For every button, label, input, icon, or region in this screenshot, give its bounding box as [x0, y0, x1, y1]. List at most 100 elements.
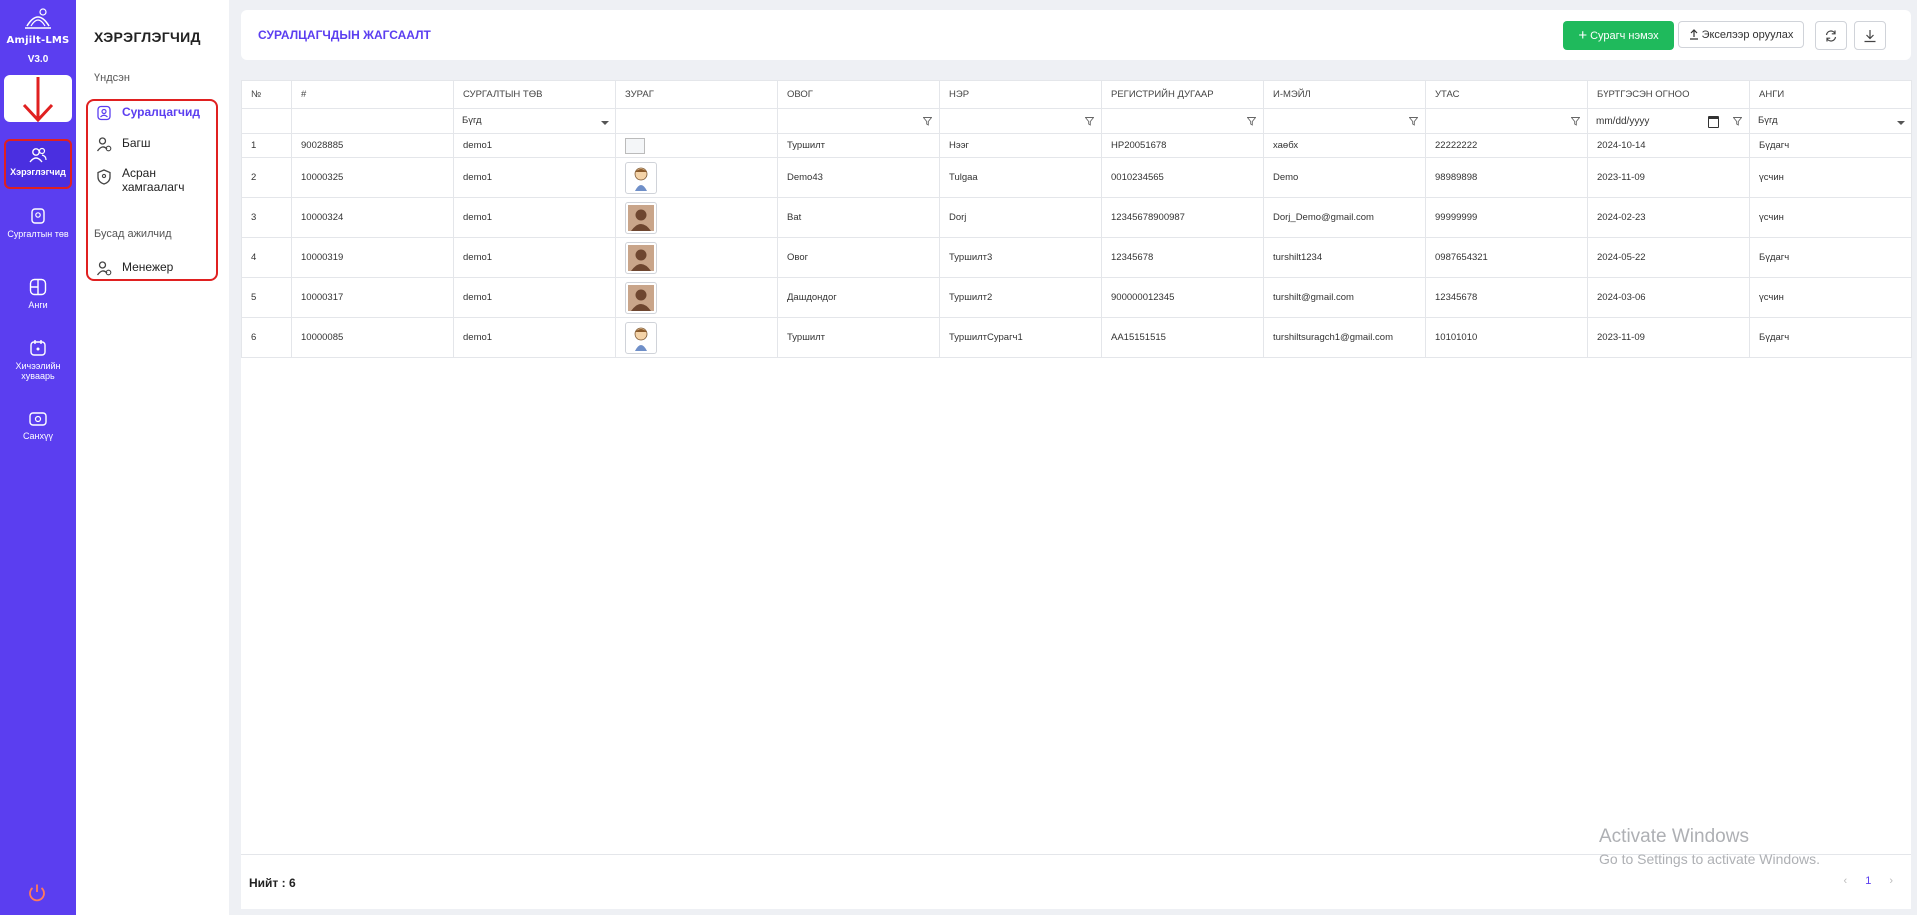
filter-last-name[interactable] — [777, 108, 940, 134]
calendar-icon — [30, 340, 46, 356]
students-table-card: № # СУРГАЛТЫН ТӨВ ЗУРАГ ОВОГ НЭР РЕГИСТР… — [241, 80, 1912, 909]
filter-phone[interactable] — [1425, 108, 1588, 134]
col-header[interactable]: АНГИ — [1749, 80, 1912, 109]
cell-phone: 0987654321 — [1425, 237, 1588, 278]
cell-id: 10000325 — [291, 157, 454, 198]
app-logo[interactable]: Amjilt-LMS V3.0 — [0, 0, 76, 70]
cell-phone: 12345678 — [1425, 277, 1588, 318]
cell-class: үсчин — [1749, 277, 1912, 318]
rail-item-finance-label: Санхүү — [22, 431, 54, 441]
filter-icon[interactable] — [923, 117, 932, 126]
excel-import-button[interactable]: Экселээр оруулах — [1678, 21, 1804, 48]
student-icon — [97, 105, 111, 121]
col-header[interactable]: РЕГИСТРИЙН ДУГААР — [1101, 80, 1264, 109]
cell-n: 2 — [241, 157, 292, 198]
avatar — [625, 241, 657, 274]
filter-date[interactable]: mm/dd/yyyy — [1587, 108, 1750, 134]
col-header[interactable]: ОВОГ — [777, 80, 940, 109]
filter-photo — [615, 108, 778, 134]
filter-icon[interactable] — [1409, 117, 1418, 126]
col-header[interactable]: НЭР — [939, 80, 1102, 109]
cell-center: demo1 — [453, 133, 616, 158]
rail-item-users[interactable]: Хэрэглэгчид — [4, 139, 72, 189]
col-header[interactable]: УТАС — [1425, 80, 1588, 109]
table-row[interactable]: 6 10000085 demo1 Туршилт ТуршилтСурагч1 АА151… — [241, 317, 1912, 358]
rail-item-finance[interactable]: Санхүү — [0, 411, 76, 441]
avatar — [625, 281, 657, 314]
cell-first: ТуршилтСурагч1 — [939, 317, 1102, 358]
filter-icon[interactable] — [1571, 117, 1580, 126]
power-button[interactable] — [26, 882, 48, 909]
add-student-label: Сурагч нэмэх — [1590, 29, 1659, 42]
cell-first: Dorj — [939, 197, 1102, 238]
rail-item-class[interactable]: Анги — [0, 278, 76, 310]
rail-item-training-center[interactable]: Сургалтын төв — [0, 207, 76, 239]
sidebar-item-teacher[interactable]: Багш — [96, 136, 151, 152]
wallet-icon — [29, 412, 47, 426]
filter-id[interactable] — [291, 108, 454, 134]
manager-icon — [96, 261, 112, 276]
cell-first: Туршилт3 — [939, 237, 1102, 278]
rail-item-schedule[interactable]: Хичээлийн хуваарь — [0, 339, 76, 381]
calendar-icon[interactable] — [1708, 116, 1719, 128]
broken-image-icon — [625, 137, 645, 154]
cell-photo — [615, 277, 778, 318]
filter-first-name[interactable] — [939, 108, 1102, 134]
page-number[interactable]: 1 — [1865, 875, 1871, 887]
col-header[interactable]: БҮРТГЭСЭН ОГНОО — [1587, 80, 1750, 109]
col-header[interactable]: СУРГАЛТЫН ТӨВ — [453, 80, 616, 109]
filter-cell-empty — [241, 108, 292, 134]
filter-class-value: Бүгд — [1758, 115, 1778, 126]
filter-icon[interactable] — [1085, 117, 1094, 126]
filter-row: Бүгд mm/dd/yyyy Бүгд — [241, 108, 1912, 134]
app-version: V3.0 — [27, 54, 49, 65]
table-row[interactable]: 3 10000324 demo1 Bat Dorj 12345678900987 Dorj_… — [241, 197, 1912, 238]
next-page-icon[interactable]: › — [1889, 875, 1893, 887]
rail-item-users-label: Хэрэглэгчид — [10, 167, 66, 177]
users-sidebar: ХЭРЭГЛЭГЧИД Үндсэн Суралцагчид Багш Асра… — [76, 0, 229, 915]
cell-phone: 98989898 — [1425, 157, 1588, 198]
cell-reg: 12345678900987 — [1101, 197, 1264, 238]
prev-page-icon[interactable]: ‹ — [1844, 875, 1848, 887]
table-body: 1 90028885 demo1 Туршилт Нээг НР20051678 хаөбх… — [241, 133, 1912, 358]
sidebar-item-guardian[interactable]: Асран хамгаалагч — [96, 166, 185, 194]
cell-last: Дашдондог — [777, 277, 940, 318]
filter-center-select[interactable]: Бүгд — [453, 108, 616, 134]
filter-icon[interactable] — [1733, 117, 1742, 126]
col-header[interactable]: № — [241, 80, 292, 109]
cell-date: 2024-05-22 — [1587, 237, 1750, 278]
avatar — [625, 161, 657, 194]
cell-class: үсчин — [1749, 197, 1912, 238]
watermark-subtitle: Go to Settings to activate Windows. — [1599, 851, 1820, 867]
add-student-button[interactable]: + Сурагч нэмэх — [1563, 21, 1674, 50]
download-button[interactable] — [1854, 21, 1886, 50]
badge-icon — [31, 208, 45, 224]
page-title: СУРАЛЦАГЧДЫН ЖАГСААЛТ — [258, 28, 431, 42]
sidebar-item-students[interactable]: Суралцагчид — [96, 105, 200, 121]
cell-reg: 0010234565 — [1101, 157, 1264, 198]
table-row[interactable]: 4 10000319 demo1 Овог Туршилт3 12345678 turshi… — [241, 237, 1912, 278]
cell-id: 10000317 — [291, 277, 454, 318]
filter-class-select[interactable]: Бүгд — [1749, 108, 1912, 134]
excel-import-label: Экселээр оруулах — [1701, 28, 1794, 41]
shield-icon — [97, 169, 111, 185]
filter-register[interactable] — [1101, 108, 1264, 134]
col-header[interactable]: ЗУРАГ — [615, 80, 778, 109]
annotation-box — [4, 75, 72, 123]
filter-icon[interactable] — [1247, 117, 1256, 126]
dropdown-arrow-icon — [601, 121, 609, 125]
date-input[interactable]: mm/dd/yyyy — [1596, 116, 1649, 127]
table-row[interactable]: 1 90028885 demo1 Туршилт Нээг НР20051678 хаөбх… — [241, 133, 1912, 158]
col-header[interactable]: # — [291, 80, 454, 109]
filter-center-value: Бүгд — [462, 115, 482, 126]
table-row[interactable]: 2 10000325 demo1 Demo43 Tulgaa 0010234565 Demo… — [241, 157, 1912, 198]
sidebar-item-manager-label: Менежер — [122, 260, 174, 274]
sidebar-item-manager[interactable]: Менежер — [96, 260, 173, 276]
users-icon — [29, 147, 47, 163]
table-row[interactable]: 5 10000317 demo1 Дашдондог Туршилт2 900000012… — [241, 277, 1912, 318]
col-header[interactable]: И-МЭЙЛ — [1263, 80, 1426, 109]
cell-last: Demo43 — [777, 157, 940, 198]
refresh-button[interactable] — [1815, 21, 1847, 50]
filter-email[interactable] — [1263, 108, 1426, 134]
students-table: № # СУРГАЛТЫН ТӨВ ЗУРАГ ОВОГ НЭР РЕГИСТР… — [241, 80, 1912, 358]
